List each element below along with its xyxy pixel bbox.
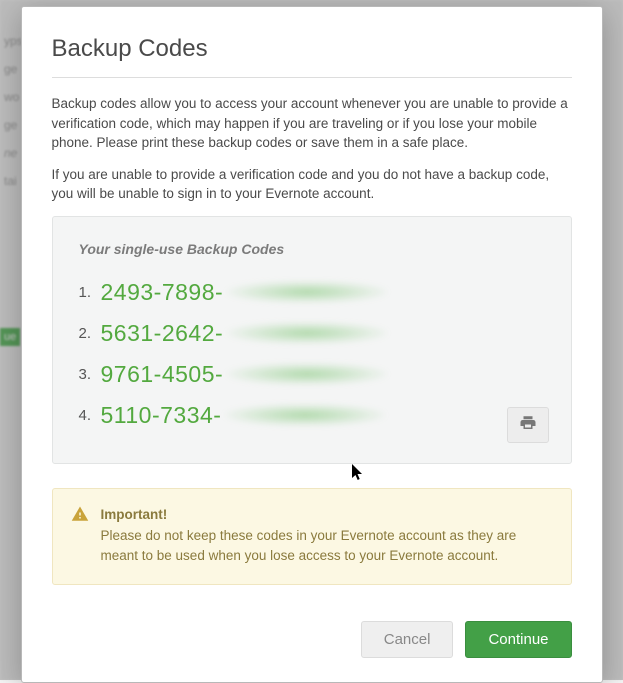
code-row: 3. 9761-4505- (79, 361, 545, 388)
continue-button[interactable]: Continue (465, 621, 571, 658)
cancel-button[interactable]: Cancel (361, 621, 454, 658)
code-value: 5110-7334- (101, 402, 222, 429)
backup-codes-panel: Your single-use Backup Codes 1. 2493-789… (52, 216, 572, 464)
alert-text: Please do not keep these codes in your E… (101, 526, 553, 565)
modal-overlay: Backup Codes Backup codes allow you to a… (0, 0, 623, 680)
code-index: 4. (79, 407, 99, 424)
code-redacted (225, 404, 385, 426)
alert-body: Important! Please do not keep these code… (101, 505, 553, 566)
code-value: 9761-4505- (101, 361, 224, 388)
code-value: 2493-7898- (101, 279, 224, 306)
codes-heading: Your single-use Backup Codes (79, 241, 545, 257)
modal-title: Backup Codes (52, 35, 572, 63)
code-redacted (227, 322, 387, 344)
backup-codes-modal: Backup Codes Backup codes allow you to a… (21, 6, 603, 683)
code-row: 2. 5631-2642- (79, 320, 545, 347)
codes-list: 1. 2493-7898- 2. 5631-2642- 3. 9761-4505… (79, 279, 545, 429)
modal-footer: Cancel Continue (52, 621, 572, 658)
intro-paragraph-1: Backup codes allow you to access your ac… (52, 94, 572, 153)
important-alert: Important! Please do not keep these code… (52, 488, 572, 585)
code-row: 1. 2493-7898- (79, 279, 545, 306)
code-redacted (227, 363, 387, 385)
code-index: 3. (79, 366, 99, 383)
intro-paragraph-2: If you are unable to provide a verificat… (52, 165, 572, 204)
title-divider (52, 77, 572, 78)
print-button[interactable] (507, 407, 549, 443)
code-row: 4. 5110-7334- (79, 402, 545, 429)
alert-title: Important! (101, 505, 553, 525)
code-index: 1. (79, 284, 99, 301)
code-value: 5631-2642- (101, 320, 224, 347)
warning-icon (71, 505, 89, 566)
printer-icon (518, 414, 538, 435)
code-redacted (227, 281, 387, 303)
code-index: 2. (79, 325, 99, 342)
